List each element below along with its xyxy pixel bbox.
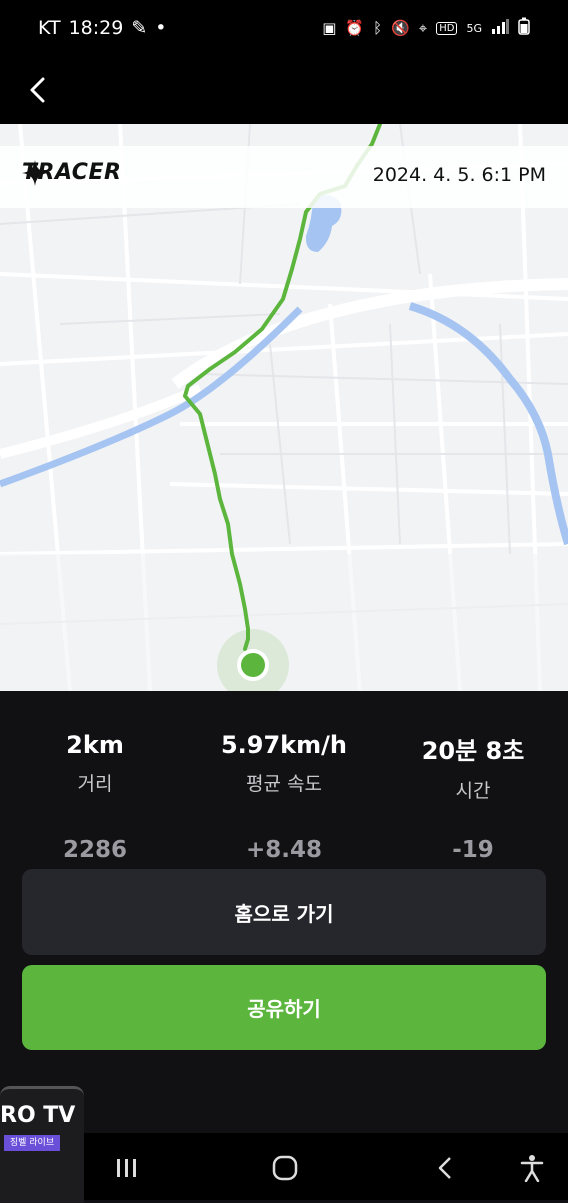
stat-label: 평균 속도: [246, 773, 322, 795]
stat-distance: 2km 거리: [0, 731, 190, 796]
stat-label: 시간: [455, 780, 491, 802]
carrier-label: KT: [38, 17, 61, 39]
map-title-bar: TRACER 2024. 4. 5. 6:1 PM: [0, 146, 568, 208]
stat-secondary-1: 2286: [62, 837, 127, 863]
run-date: 2024. 4. 5. 6:1 PM: [372, 164, 546, 186]
accessibility-button[interactable]: [512, 1151, 552, 1185]
go-home-button[interactable]: 홈으로 가기: [22, 869, 546, 955]
battery-icon: [518, 17, 530, 39]
home-circle-icon: [272, 1155, 298, 1181]
pip-subtitle: 징벨 라이브: [4, 1135, 60, 1151]
dot-icon: •: [155, 17, 167, 39]
back-button[interactable]: [18, 68, 58, 112]
hd-icon: HD: [436, 21, 458, 35]
recent-apps-button[interactable]: [106, 1151, 146, 1185]
route-end-marker: [237, 649, 269, 681]
pen-notification-icon: ✎: [131, 17, 148, 39]
stats-panel: 2km 거리 5.97km/h 평균 속도 20분 8초 시간 2286 +8.…: [0, 691, 568, 871]
sparkle-icon: [22, 160, 48, 186]
back-nav-button[interactable]: [425, 1151, 465, 1185]
pip-video-window[interactable]: RO TV 징벨 라이브: [0, 1086, 84, 1203]
bluetooth-icon: ᛒ: [373, 19, 383, 37]
app-header: [0, 56, 568, 124]
stat-secondary-3: -19: [452, 837, 494, 863]
stat-time: 20분 8초 시간: [378, 731, 568, 803]
map-canvas: [0, 124, 568, 691]
alarm-icon: ⏰: [345, 19, 365, 37]
signal-icon: [491, 18, 509, 38]
stat-value: 2km: [66, 731, 124, 759]
pip-title: RO TV: [0, 1103, 76, 1128]
brand-logo: TRACER: [22, 160, 121, 186]
status-bar: KT 18:29 ✎ • ▣ ⏰ ᛒ 🔇 ⌖ HD 5G: [0, 0, 568, 56]
stat-avg-speed: 5.97km/h 평균 속도: [189, 731, 379, 796]
route-map[interactable]: TRACER 2024. 4. 5. 6:1 PM: [0, 124, 568, 691]
network-type-icon: 5G: [466, 21, 482, 35]
battery-saver-icon: ▣: [322, 19, 337, 37]
back-chevron-icon: [438, 1157, 451, 1179]
recent-apps-icon: [117, 1159, 136, 1177]
home-nav-button[interactable]: [265, 1151, 305, 1185]
system-nav-bar: [0, 1133, 568, 1200]
stat-label: 거리: [77, 773, 113, 795]
stat-value: 20분 8초: [421, 737, 525, 765]
location-icon: ⌖: [418, 19, 428, 37]
share-button[interactable]: 공유하기: [22, 965, 546, 1050]
chevron-left-icon: [30, 77, 45, 103]
clock: 18:29: [68, 17, 124, 39]
stat-secondary-2: +8.48: [245, 837, 323, 863]
mute-icon: 🔇: [391, 19, 410, 37]
stat-value: 5.97km/h: [220, 731, 348, 759]
accessibility-icon: [520, 1155, 544, 1182]
